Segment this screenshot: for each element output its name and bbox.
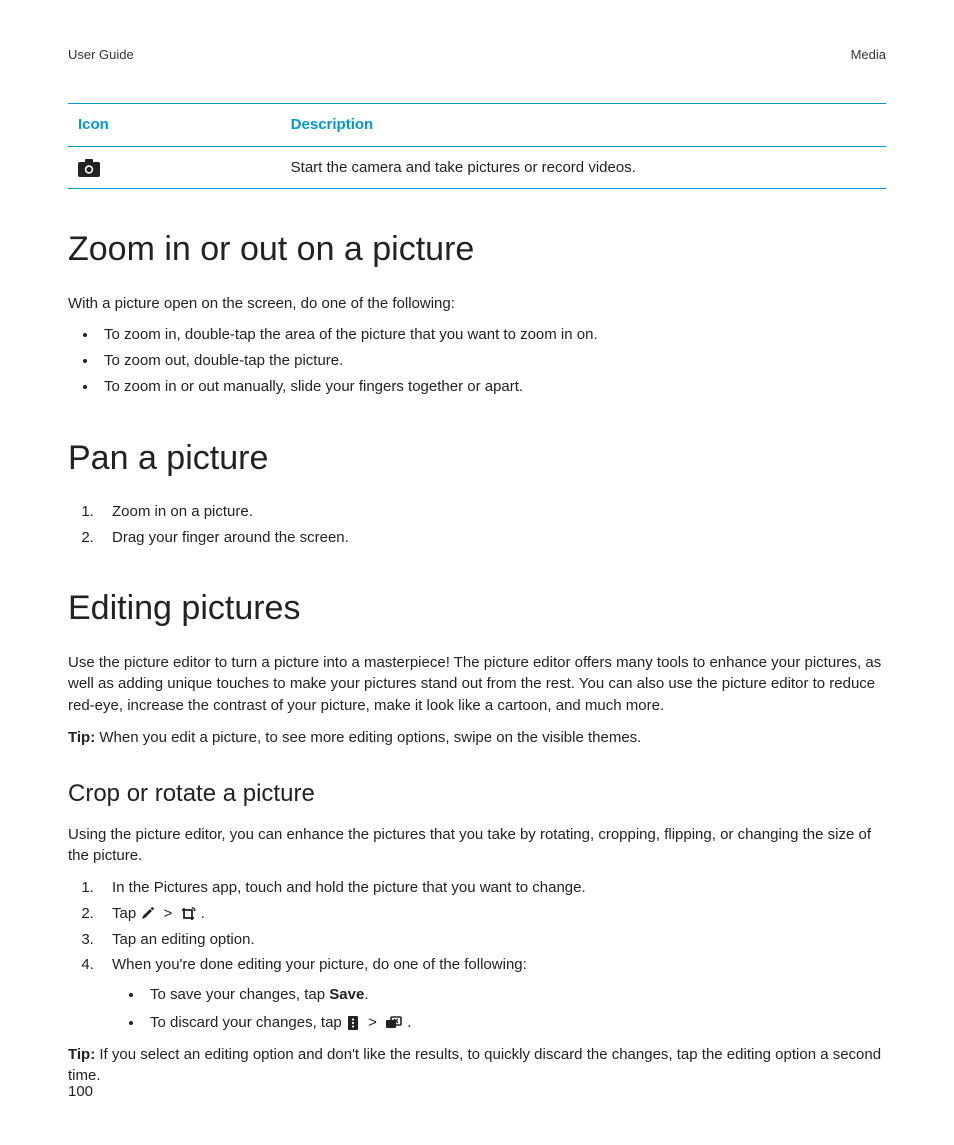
th-description: Description bbox=[281, 103, 886, 146]
zoom-bullets: To zoom in, double-tap the area of the p… bbox=[68, 324, 886, 397]
heading-editing: Editing pictures bbox=[68, 584, 886, 633]
cell-icon bbox=[68, 146, 281, 189]
icon-description-table: Icon Description Start the camera and ta… bbox=[68, 103, 886, 190]
crop-intro: Using the picture editor, you can enhanc… bbox=[68, 824, 886, 868]
pan-steps: Zoom in on a picture. Drag your finger a… bbox=[68, 501, 886, 549]
crop-tip: Tip: If you select an editing option and… bbox=[68, 1044, 886, 1088]
crop-steps: In the Pictures app, touch and hold the … bbox=[68, 877, 886, 1034]
step2-gt: > bbox=[164, 903, 173, 925]
table-row: Start the camera and take pictures or re… bbox=[68, 146, 886, 189]
running-header: User Guide Media bbox=[68, 46, 886, 65]
list-item: To zoom in or out manually, slide your f… bbox=[98, 376, 886, 398]
save-before: To save your changes, tap bbox=[150, 986, 329, 1003]
discard-after: . bbox=[407, 1014, 411, 1031]
list-item: To zoom out, double-tap the picture. bbox=[98, 350, 886, 372]
list-item: Tap > . bbox=[98, 903, 886, 925]
step4-sublist: To save your changes, tap Save. To disca… bbox=[112, 984, 886, 1034]
step4-text: When you're done editing your picture, d… bbox=[112, 956, 527, 973]
tip-text: If you select an editing option and don'… bbox=[68, 1046, 881, 1085]
list-item: In the Pictures app, touch and hold the … bbox=[98, 877, 886, 899]
discard-changes-icon bbox=[385, 1016, 403, 1030]
discard-gt: > bbox=[368, 1012, 377, 1034]
zoom-intro: With a picture open on the screen, do on… bbox=[68, 293, 886, 315]
step2-after: . bbox=[201, 905, 205, 922]
page-number: 100 bbox=[68, 1081, 93, 1103]
heading-pan: Pan a picture bbox=[68, 434, 886, 483]
list-item: To save your changes, tap Save. bbox=[144, 984, 886, 1006]
list-item: Tap an editing option. bbox=[98, 929, 886, 951]
list-item: To zoom in, double-tap the area of the p… bbox=[98, 324, 886, 346]
th-icon: Icon bbox=[68, 103, 281, 146]
list-item: Zoom in on a picture. bbox=[98, 501, 886, 523]
editing-tip: Tip: When you edit a picture, to see mor… bbox=[68, 727, 886, 749]
list-item: Drag your finger around the screen. bbox=[98, 527, 886, 549]
header-right: Media bbox=[851, 46, 886, 65]
tip-text: When you edit a picture, to see more edi… bbox=[95, 729, 641, 746]
crop-rotate-icon bbox=[180, 906, 196, 922]
cell-description: Start the camera and take pictures or re… bbox=[281, 146, 886, 189]
save-after: . bbox=[364, 986, 368, 1003]
heading-crop: Crop or rotate a picture bbox=[68, 777, 886, 812]
edit-pencil-icon bbox=[140, 906, 155, 921]
more-vertical-icon bbox=[346, 1015, 360, 1031]
save-label: Save bbox=[329, 986, 364, 1003]
step2-before: Tap bbox=[112, 905, 140, 922]
camera-icon bbox=[78, 159, 100, 177]
heading-zoom: Zoom in or out on a picture bbox=[68, 225, 886, 274]
tip-label: Tip: bbox=[68, 1046, 95, 1063]
list-item: When you're done editing your picture, d… bbox=[98, 954, 886, 1033]
editing-intro: Use the picture editor to turn a picture… bbox=[68, 652, 886, 717]
tip-label: Tip: bbox=[68, 729, 95, 746]
list-item: To discard your changes, tap > bbox=[144, 1012, 886, 1034]
header-left: User Guide bbox=[68, 46, 134, 65]
discard-before: To discard your changes, tap bbox=[150, 1014, 346, 1031]
